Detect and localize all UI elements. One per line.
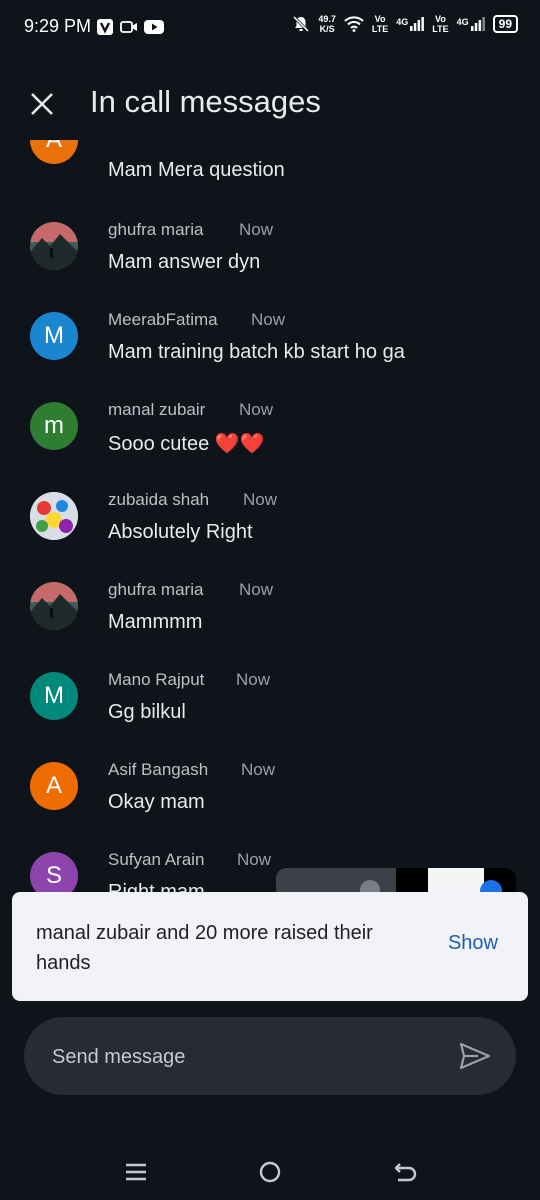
avatar: S [30,852,78,892]
message-time: Now [239,220,274,239]
status-time: 9:29 PM [24,16,92,36]
avatar: m [30,402,78,450]
net-speed: 49.7 K/S [318,14,336,34]
mute-bell-icon [293,15,310,33]
avatar-letter: M [44,682,64,709]
back-icon[interactable] [392,1158,420,1186]
sender-name: Mano Rajput [108,670,205,689]
stickers-avatar-icon [30,492,78,540]
wifi-icon [344,16,364,32]
avatar: A [30,140,78,164]
sender-name: MeerabFatima [108,310,218,329]
sim2-volte-top: Vo [435,14,446,24]
avatar-letter: S [45,862,62,889]
avatar-letter: m [44,412,64,439]
signal-icon [410,17,425,31]
sim2-signal: 4G [457,17,485,31]
sender-name: ghufra maria [108,220,204,239]
message-text: Gg bilkul [108,701,186,723]
avatar: M [30,672,78,720]
message-text: Sooo cutee ❤️❤️ [108,433,265,455]
list-item: M Mano Rajput Now Gg bilkul [0,666,540,756]
raised-hands-banner: manal zubair and 20 more raised their ha… [12,892,528,1001]
message-time: Now [237,850,272,869]
video-call-icon [120,21,137,33]
net-speed-value: 49.7 [318,14,336,24]
message-time: Now [251,310,286,329]
recents-icon[interactable] [122,1158,150,1186]
list-item: A Mam Mera question [0,140,540,194]
status-bar: 9:29 PM 49.7 K/S Vo LTE 4G Vo LTE 4G 99 [0,0,540,56]
avatar [30,582,78,630]
header: In call messages [0,70,540,134]
message-time: Now [243,490,278,509]
send-message-input[interactable] [50,1041,434,1073]
message-time: Now [239,580,274,599]
sender-name: Sufyan Arain [108,850,205,869]
show-button[interactable]: Show [448,932,498,955]
page-title: In call messages [90,84,321,119]
sender-name: manal zubair [108,400,206,419]
avatar [30,492,78,540]
message-text: Okay mam [108,791,205,813]
net-speed-unit: K/S [319,24,335,34]
message-text: Absolutely Right [108,521,253,543]
list-item: A Asif Bangash Now Okay mam [0,756,540,846]
landscape-avatar-icon [30,582,78,630]
avatar: A [30,762,78,810]
landscape-avatar-icon [30,222,78,270]
list-item: zubaida shah Now Absolutely Right [0,486,540,576]
v-app-icon [97,19,113,35]
message-text: Right mam [108,881,205,892]
status-right-group: 49.7 K/S Vo LTE 4G Vo LTE 4G 99 [292,14,518,34]
sender-name: ghufra maria [108,580,204,599]
sim1-volte-bottom: LTE [371,24,389,34]
list-item: m manal zubair Now Sooo cutee ❤️❤️ [0,396,540,486]
avatar [30,222,78,270]
raised-hands-text: manal zubair and 20 more raised their ha… [36,922,373,974]
sender-name: Asif Bangash [108,760,209,779]
message-composer [24,1017,516,1095]
list-item: ghufra maria Now Mammmm [0,576,540,666]
sim2-volte: Vo LTE [432,14,448,34]
battery-indicator: 99 [492,15,518,33]
sim1-signal: 4G [396,17,425,31]
list-item: ghufra maria Now Mam answer dyn [0,216,540,306]
system-nav-bar [0,1140,540,1200]
message-time: Now [241,760,276,779]
message-text: Mam training batch kb start ho ga [108,341,405,363]
sim1-volte: Vo LTE [372,14,388,34]
youtube-icon [144,20,164,34]
close-icon[interactable] [26,88,58,120]
sim1-tech: 4G [396,17,409,27]
message-text: Mam answer dyn [108,251,261,273]
avatar-letter: A [46,140,62,154]
list-item: M MeerabFatima Now Mam training batch kb… [0,306,540,396]
sim2-tech: 4G [456,17,469,27]
avatar-letter: A [45,772,62,799]
avatar: M [30,312,78,360]
sim2-volte-bottom: LTE [432,24,449,34]
sender-name: zubaida shah [108,490,210,509]
sim1-volte-top: Vo [374,14,386,24]
message-list[interactable]: A Mam Mera question ghufra maria Now Mam… [0,140,540,892]
message-text: Mam Mera question [108,159,285,181]
message-text: Mammmm [108,611,203,633]
message-time: Now [239,400,274,419]
notification-icons [96,18,164,36]
send-icon[interactable] [458,1041,492,1071]
home-icon[interactable] [256,1158,284,1186]
avatar-letter: M [44,322,64,349]
signal-icon [470,17,485,31]
message-time: Now [236,670,271,689]
